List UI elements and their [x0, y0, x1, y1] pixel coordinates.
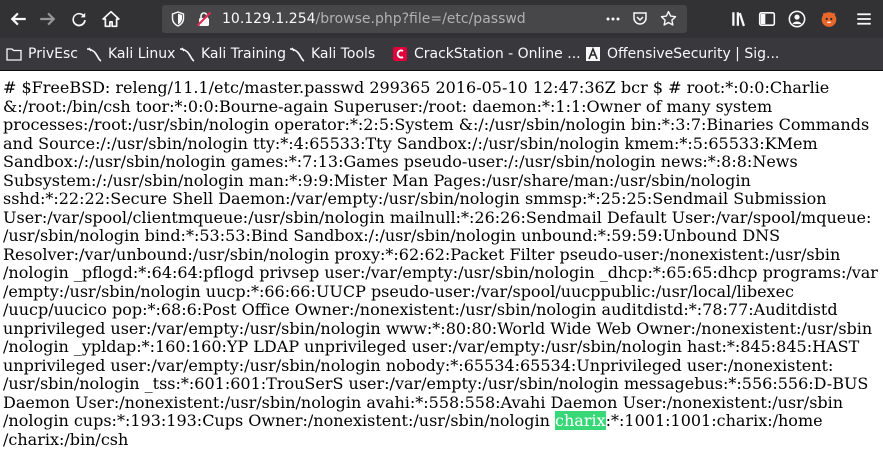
back-arrow-icon — [10, 12, 26, 26]
text-line: sshd:*:22:22:Secure Shell Daemon:/var/em… — [3, 189, 827, 208]
bookmark-label: CrackStation - Online ... — [414, 46, 581, 62]
bookmark-label: OffensiveSecurity | Sig... — [607, 46, 780, 62]
text-line: and Source:/:/usr/sbin/nologin tty:*:4:6… — [3, 133, 818, 153]
shield-icon[interactable] — [170, 11, 186, 27]
text-line: /charix:/bin/csh — [3, 429, 129, 449]
text-line: unprivileged user:/var/empty:/usr/sbin/n… — [3, 355, 834, 375]
url-bar[interactable]: 10.129.1.254/browse.php?file=/etc/passwd — [162, 5, 687, 33]
forward-arrow-icon — [40, 12, 56, 26]
text-line: Sandbox:/:/usr/sbin/nologin games:*:7:13… — [3, 152, 798, 171]
bookmark-privesc[interactable]: PrivEsc — [6, 45, 78, 63]
kali-dragon-icon — [179, 46, 195, 62]
text-line: # $FreeBSD: releng/11.1/etc/master.passw… — [3, 78, 830, 97]
navigation-toolbar: 10.129.1.254/browse.php?file=/etc/passwd — [0, 0, 883, 38]
text-line: Daemon User:/nonexistent:/usr/sbin/nolog… — [3, 392, 844, 412]
text-line: /uucp/uucico pop:*:68:6:Post Office Owne… — [3, 300, 838, 319]
account-button[interactable] — [782, 4, 812, 34]
url-path: /browse.php?file=/etc/passwd — [315, 11, 526, 27]
home-icon — [102, 10, 120, 28]
extension-button[interactable] — [814, 4, 844, 34]
reload-icon — [72, 12, 86, 27]
bookmark-offensive-security[interactable]: OffensiveSecurity | Sig... — [585, 45, 779, 63]
search-highlight: charix — [555, 411, 606, 430]
home-button[interactable] — [96, 4, 126, 34]
text-line: /nologin cups:*:193:193:Cups Owner:/none… — [3, 411, 881, 431]
text-line-start: /nologin cups:*:193:193:Cups Owner:/none… — [3, 411, 556, 430]
url-text[interactable]: 10.129.1.254/browse.php?file=/etc/passwd — [222, 10, 526, 28]
text-line: unprivileged user:/var/empty:/usr/sbin/n… — [3, 318, 873, 338]
url-host: 10.129.1.254 — [222, 11, 316, 27]
hamburger-menu-icon — [857, 13, 871, 25]
library-icon — [732, 12, 745, 27]
bookmark-kali-tools[interactable]: Kali Tools — [289, 45, 375, 63]
kali-dragon-icon — [289, 46, 305, 62]
account-icon — [788, 10, 806, 28]
bookmark-star-icon[interactable] — [660, 10, 677, 31]
text-line: Subsystem:/:/usr/sbin/nologin man:*:9:9:… — [3, 170, 751, 190]
forward-button[interactable] — [32, 4, 62, 34]
text-line: &:/root:/bin/csh toor:*:0:0:Bourne-again… — [3, 96, 773, 116]
offsec-icon — [585, 46, 601, 62]
passwd-file-content: # $FreeBSD: releng/11.1/etc/master.passw… — [3, 78, 881, 449]
bookmark-crackstation[interactable]: CrackStation - Online ... — [392, 45, 581, 63]
text-line: /usr/sbin/nologin bind:*:53:53:Bind Sand… — [3, 226, 781, 245]
bookmark-kali-linux[interactable]: Kali Linux — [86, 45, 175, 63]
bookmark-label: Kali Training — [201, 46, 286, 62]
bookmark-label: Kali Tools — [311, 46, 376, 62]
back-button[interactable] — [4, 4, 34, 34]
text-line: processes:/root:/usr/sbin/nologin operat… — [3, 115, 870, 134]
text-line: /nologin _ypldap:*:160:160:YP LDAP unpri… — [3, 337, 860, 356]
bookmark-label: PrivEsc — [28, 46, 78, 62]
text-line: User:/var/spool/clientmqueue:/usr/sbin/n… — [3, 207, 872, 227]
kali-dragon-icon — [86, 46, 102, 62]
text-line: /empty:/usr/sbin/nologin uucp:*:66:66:UU… — [3, 281, 794, 301]
bookmarks-toolbar: PrivEsc Kali Linux Kali Training Kali To… — [0, 38, 883, 71]
bookmark-kali-training[interactable]: Kali Training — [179, 45, 286, 63]
sidebar-button[interactable] — [752, 4, 782, 34]
crackstation-icon — [392, 46, 408, 62]
reload-button[interactable] — [64, 4, 94, 34]
extension-fox-icon — [821, 12, 837, 27]
folder-icon — [6, 46, 22, 62]
bookmark-label: Kali Linux — [108, 46, 176, 62]
text-line-end: :*:1001:1001:charix:/home — [605, 411, 823, 430]
insecure-lock-icon[interactable] — [196, 11, 212, 27]
library-button[interactable] — [724, 4, 754, 34]
text-line: /usr/sbin/nologin _tss:*:601:601:TrouSer… — [3, 374, 869, 393]
sidebar-icon — [758, 12, 776, 26]
text-line: Resolver:/var/unbound:/usr/sbin/nologin … — [3, 244, 841, 264]
text-line: /nologin _pflogd:*:64:64:pflogd privsep … — [3, 263, 878, 282]
page-actions-icon[interactable] — [605, 11, 621, 31]
menu-button[interactable] — [849, 4, 879, 34]
pocket-icon[interactable] — [632, 11, 648, 31]
